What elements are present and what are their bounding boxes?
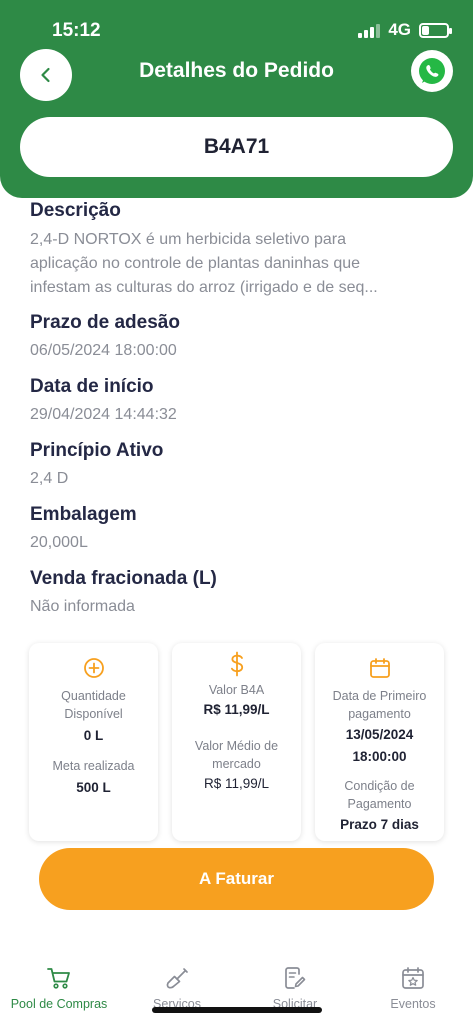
start-date-label: Data de início xyxy=(30,376,154,397)
deadline-label: Prazo de adesão xyxy=(30,312,180,333)
fractional-sale-label: Venda fracionada (L) xyxy=(30,568,217,589)
market-price-label: Valor Médio de xyxy=(194,739,279,753)
active-ingredient-field: Princípio Ativo 2,4 D xyxy=(30,438,450,491)
battery-icon xyxy=(419,22,452,38)
network-type: 4G xyxy=(388,20,411,39)
description-field: Descrição 2,4-D NORTOX é um herbicida se… xyxy=(30,198,450,300)
description-line: aplicação no controle de plantas daninha… xyxy=(30,255,361,272)
home-indicator xyxy=(152,1007,322,1013)
active-ingredient-value: 2,4 D xyxy=(30,470,69,487)
deadline-field: Prazo de adesão 06/05/2024 18:00:00 xyxy=(30,310,450,363)
payment-card: Data de Primeiro pagamento 13/05/2024 18… xyxy=(315,643,444,841)
page-title: Detalhes do Pedido xyxy=(139,59,334,82)
price-label: Valor B4A xyxy=(208,683,265,697)
deadline-value: 06/05/2024 18:00:00 xyxy=(30,342,177,359)
fractional-sale-value: Não informada xyxy=(30,598,135,615)
active-ingredient-label: Princípio Ativo xyxy=(30,440,164,461)
market-price-value: R$ 11,99/L xyxy=(203,776,270,791)
first-payment-time: 18:00:00 xyxy=(352,749,407,764)
description-line: 2,4-D NORTOX é um herbicida seletivo par… xyxy=(30,231,346,248)
goal-value: 500 L xyxy=(76,780,111,795)
description-line: infestam as culturas do arroz (irrigado … xyxy=(30,279,378,296)
nav-item-servicos[interactable]: Serviços xyxy=(118,966,236,1011)
first-payment-label: Data de Primeiro xyxy=(332,689,427,703)
whatsapp-button[interactable] xyxy=(411,50,453,92)
description-label: Descrição xyxy=(30,200,121,221)
edit-document-icon xyxy=(285,967,306,989)
fractional-sale-field: Venda fracionada (L) Não informada xyxy=(30,566,450,619)
order-code: B4A71 xyxy=(20,117,453,177)
shovel-icon xyxy=(166,968,188,989)
signal-icon xyxy=(358,22,381,38)
packaging-label: Embalagem xyxy=(30,504,137,525)
status-indicators: 4G xyxy=(358,20,452,40)
nav-item-eventos[interactable]: Eventos xyxy=(354,966,472,1011)
price-value: R$ 11,99/L xyxy=(203,702,270,717)
battery-level xyxy=(422,25,429,35)
header: 15:12 4G Detalhes do Pedido B4A71 xyxy=(0,0,473,198)
quantity-card: Quantidade Disponível 0 L Meta realizada… xyxy=(29,643,158,841)
payment-condition-label: Condição de xyxy=(344,779,415,793)
plus-circle-icon xyxy=(83,658,104,678)
calendar-icon xyxy=(369,658,390,678)
quantity-label: Disponível xyxy=(64,707,123,721)
first-payment-label: pagamento xyxy=(348,707,411,721)
nav-item-solicitar[interactable]: Solicitar xyxy=(236,966,354,1011)
quantity-label: Quantidade xyxy=(61,689,126,703)
dollar-icon xyxy=(230,651,243,677)
start-date-value: 29/04/2024 14:44:32 xyxy=(30,406,177,423)
nav-item-pool-de-compras[interactable]: Pool de Compras xyxy=(0,966,118,1011)
whatsapp-icon xyxy=(419,58,445,84)
quantity-value: 0 L xyxy=(83,728,104,743)
nav-label: Pool de Compras xyxy=(10,997,108,1011)
bottom-nav: Pool de Compras Serviços Solicitar Event… xyxy=(0,960,473,1024)
price-card: Valor B4A R$ 11,99/L Valor Médio de merc… xyxy=(172,643,301,841)
summary-cards: Quantidade Disponível 0 L Meta realizada… xyxy=(29,643,444,841)
payment-condition-value: Prazo 7 dias xyxy=(340,817,419,832)
nav-label: Eventos xyxy=(390,997,436,1011)
cart-icon xyxy=(47,968,70,989)
payment-condition-label: Pagamento xyxy=(347,797,412,811)
goal-label: Meta realizada xyxy=(52,759,135,773)
status-bar: 15:12 4G xyxy=(0,14,473,48)
order-details: Descrição 2,4-D NORTOX é um herbicida se… xyxy=(30,198,450,619)
invoice-button[interactable]: A Faturar xyxy=(39,848,434,910)
calendar-star-icon xyxy=(402,967,424,989)
packaging-field: Embalagem 20,000L xyxy=(30,502,450,555)
first-payment-date: 13/05/2024 xyxy=(345,727,414,742)
market-price-label: mercado xyxy=(212,757,261,771)
status-time: 15:12 xyxy=(52,20,101,41)
packaging-value: 20,000L xyxy=(30,534,88,551)
start-date-field: Data de início 29/04/2024 14:44:32 xyxy=(30,374,450,427)
